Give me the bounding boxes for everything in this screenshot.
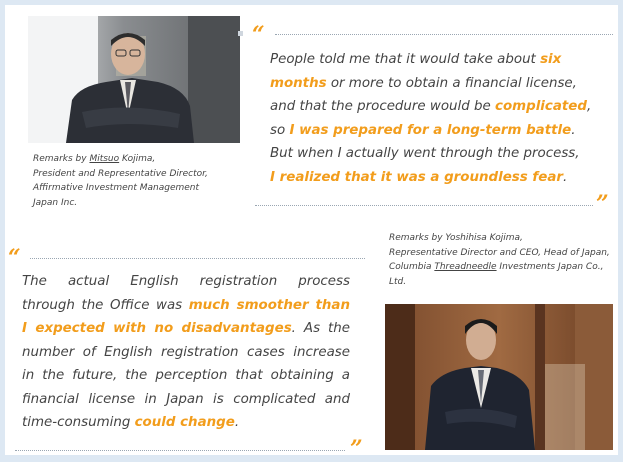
dotted-divider (275, 34, 613, 35)
bottom-quote-line: financial license in Japan is complicate… (22, 388, 350, 412)
quote-segment: financial license in Japan is complicate… (22, 391, 350, 407)
close-quote-mark: ” (596, 191, 609, 217)
top-quote-line: so I was prepared for a long-term battle… (270, 119, 610, 143)
highlighted-phrase: six (540, 52, 562, 67)
quote-segment: in the future, the perception that obtai… (22, 368, 350, 383)
highlighted-phrase: much smoother than (188, 297, 350, 313)
top-caption-line: Japan Inc. (33, 197, 78, 208)
dotted-divider (30, 258, 365, 259)
bottom-quote-line: time-consuming could change. (22, 411, 350, 435)
bottom-quote-line: The actual English registration process (22, 270, 350, 294)
dotted-divider (255, 205, 593, 206)
top-caption-name: Mitsuo (89, 154, 120, 164)
top-quote-line: People told me that it would take about … (270, 48, 610, 72)
bottom-caption-line: Remarks by Yoshihisa Kojima, (389, 233, 523, 243)
portrait-photo-mitsuo-kojima (28, 16, 240, 143)
top-quote-text: People told me that it would take about … (270, 48, 610, 189)
bottom-caption-company: Threadneedle (434, 262, 497, 272)
quote-segment: . (234, 415, 240, 430)
top-caption-line: Affirmative Investment Management (33, 183, 200, 193)
quote-segment: . (571, 122, 576, 138)
portrait-photo-yoshihisa-kojima (385, 304, 613, 450)
quote-segment: and that the procedure would be (270, 99, 496, 114)
top-caption-line: Remarks by Mitsuo Kojima, (33, 154, 156, 164)
quote-segment: People told me that it would take about (270, 52, 541, 67)
quote-segment: But when I actually went through the pro… (270, 146, 580, 161)
quote-segment: . As the (291, 321, 350, 336)
top-quote-line: months or more to obtain a financial lic… (270, 72, 610, 96)
highlighted-phrase: complicated (495, 99, 587, 114)
quote-segment: number of English registration cases inc… (22, 344, 350, 360)
top-caption-line: President and Representative Director, (33, 168, 208, 179)
highlighted-phrase: months (270, 75, 327, 91)
bottom-quote-text: The actual English registration process t… (22, 270, 350, 435)
quote-segment: , (586, 99, 592, 114)
top-quote-line: and that the procedure would be complica… (270, 95, 610, 119)
bottom-quote-line: number of English registration cases inc… (22, 341, 350, 365)
bottom-quote-line: in the future, the perception that obtai… (22, 364, 350, 388)
quote-segment: . (562, 169, 568, 185)
highlighted-phrase: I expected with no disadvantages (22, 321, 292, 336)
decorative-square (238, 31, 243, 36)
bottom-quote-line: I expected with no disadvantages. As the (22, 317, 350, 341)
quote-segment: The actual English registration process (22, 274, 350, 289)
bottom-caption-line: Ltd. (389, 276, 407, 287)
highlighted-phrase: I realized that it was a groundless fear (270, 169, 563, 185)
top-quote-line: But when I actually went through the pro… (270, 142, 610, 166)
quote-segment: time-consuming (22, 415, 135, 430)
quote-segment: through the Office was (22, 297, 189, 313)
bottom-quote-line: through the Office was much smoother tha… (22, 294, 350, 318)
quote-segment: or more to obtain a financial license, (326, 75, 577, 91)
bottom-caption-line: Representative Director and CEO, Head of… (389, 247, 610, 258)
bottom-caption-line: Columbia Threadneedle Investments Japan … (389, 262, 604, 272)
close-quote-mark: ” (350, 436, 363, 462)
bottom-caption: Remarks by Yoshihisa Kojima, Representat… (389, 231, 610, 289)
highlighted-phrase: I was prepared for a long-term battle (289, 122, 572, 138)
top-quote-line: I realized that it was a groundless fear… (270, 166, 610, 190)
highlighted-phrase: could change (134, 415, 235, 430)
dotted-divider (15, 450, 345, 451)
open-quote-mark: “ (8, 245, 21, 271)
top-caption: Remarks by Mitsuo Kojima, President and … (33, 152, 208, 210)
quote-segment: so (270, 122, 290, 138)
open-quote-mark: “ (252, 22, 265, 48)
